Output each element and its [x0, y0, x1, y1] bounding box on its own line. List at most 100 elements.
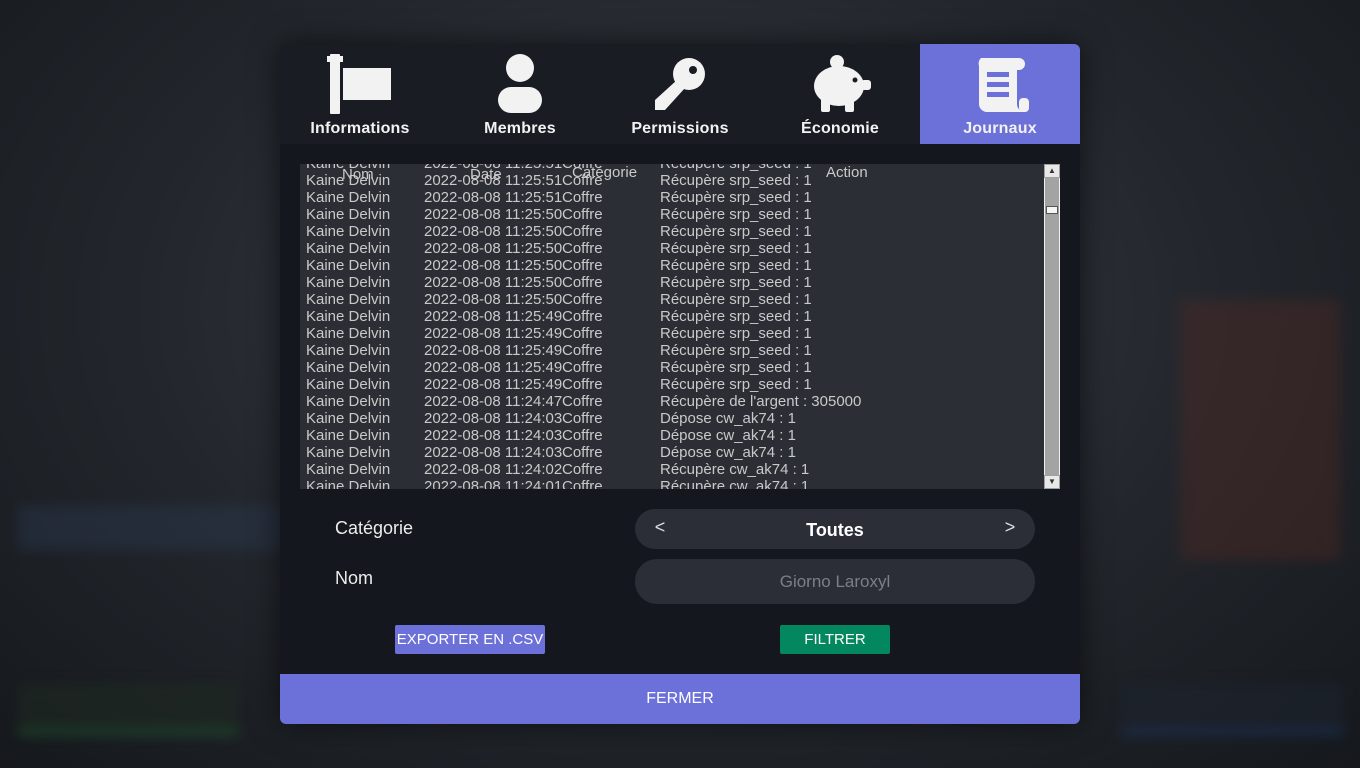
background-hud-left — [18, 684, 238, 734]
table-row: Kaine Delvin 2022-08-08 11:25:50 Coffre Réc… — [306, 223, 1046, 240]
tab-economie[interactable]: Économie — [760, 44, 920, 144]
scroll-icon — [978, 58, 1029, 112]
cell-category: Coffre — [562, 393, 603, 410]
cell-action: Récupère srp_seed : 1 — [660, 325, 812, 342]
background-door — [1180, 300, 1340, 560]
category-value: Toutes — [806, 520, 864, 540]
log-header: Nom Date Catégorie Action — [300, 164, 1040, 184]
category-selector: < Toutes > — [635, 509, 1035, 549]
cell-name: Kaine Delvin — [306, 257, 391, 274]
cell-name: Kaine Delvin — [306, 444, 391, 461]
log-table[interactable]: Kaine Delvin 2022-08-08 11:25:51 Coffre Réc… — [300, 164, 1060, 489]
tab-label: Informations — [310, 120, 410, 137]
cell-action: Récupère srp_seed : 1 — [660, 223, 812, 240]
cell-action: Dépose cw_ak74 : 1 — [660, 444, 796, 461]
cell-action: Récupère cw_ak74 : 1 — [660, 461, 810, 478]
cell-name: Kaine Delvin — [306, 393, 391, 410]
cell-action: Récupère srp_seed : 1 — [660, 308, 812, 325]
table-row: Kaine Delvin 2022-08-08 11:24:47 Coffre Réc… — [306, 393, 1046, 410]
export-csv-button[interactable]: EXPORTER EN .CSV — [395, 625, 545, 654]
table-row: Kaine Delvin 2022-08-08 11:25:50 Coffre Réc… — [306, 257, 1046, 274]
cell-category: Coffre — [562, 223, 603, 240]
cell-date: 2022-08-08 11:25:49 — [424, 325, 563, 342]
cell-name: Kaine Delvin — [306, 461, 391, 478]
filter-button[interactable]: FILTRER — [780, 625, 890, 654]
tab-label: Membres — [484, 120, 556, 137]
cell-category: Coffre — [562, 444, 603, 461]
cell-date: 2022-08-08 11:24:03 — [424, 444, 563, 461]
background-chat — [18, 506, 288, 550]
log-scrollbar[interactable]: ▲ ▼ — [1044, 164, 1060, 489]
cell-category: Coffre — [562, 206, 603, 223]
log-rows: Kaine Delvin 2022-08-08 11:25:51 Coffre Réc… — [306, 164, 1046, 489]
cell-action: Dépose cw_ak74 : 1 — [660, 410, 796, 427]
cell-category: Coffre — [562, 427, 603, 444]
table-row: Kaine Delvin 2022-08-08 11:25:49 Coffre Réc… — [306, 308, 1046, 325]
background-hud-right — [1122, 684, 1344, 734]
column-header-name: Nom — [342, 166, 374, 183]
cell-category: Coffre — [562, 325, 603, 342]
tab-permissions[interactable]: Permissions — [600, 44, 760, 144]
name-input[interactable] — [635, 559, 1035, 604]
table-row: Kaine Delvin 2022-08-08 11:25:49 Coffre Réc… — [306, 359, 1046, 376]
cell-category: Coffre — [562, 461, 603, 478]
cell-name: Kaine Delvin — [306, 223, 391, 240]
cell-date: 2022-08-08 11:25:50 — [424, 223, 563, 240]
cell-date: 2022-08-08 11:24:03 — [424, 410, 563, 427]
close-button[interactable]: FERMER — [280, 674, 1080, 724]
cell-name: Kaine Delvin — [306, 427, 391, 444]
cell-action: Récupère srp_seed : 1 — [660, 274, 812, 291]
tab-informations[interactable]: Informations — [280, 44, 440, 144]
cell-category: Coffre — [562, 410, 603, 427]
cell-date: 2022-08-08 11:24:02 — [424, 461, 563, 478]
cell-name: Kaine Delvin — [306, 308, 391, 325]
cell-action: Récupère srp_seed : 1 — [660, 342, 812, 359]
cell-category: Coffre — [562, 478, 603, 489]
column-header-action: Action — [826, 164, 868, 181]
tab-bar: Informations Membres Permissions Économi… — [280, 44, 1080, 144]
column-header-date: Date — [470, 166, 502, 183]
key-icon — [655, 58, 705, 110]
scroll-up-button[interactable]: ▲ — [1044, 164, 1060, 178]
cell-name: Kaine Delvin — [306, 376, 391, 393]
table-row: Kaine Delvin 2022-08-08 11:24:03 Coffre Dép… — [306, 444, 1046, 461]
cell-name: Kaine Delvin — [306, 359, 391, 376]
cell-name: Kaine Delvin — [306, 342, 391, 359]
table-row: Kaine Delvin 2022-08-08 11:25:50 Coffre Réc… — [306, 206, 1046, 223]
tab-label: Permissions — [631, 120, 729, 137]
cell-date: 2022-08-08 11:25:49 — [424, 376, 563, 393]
organization-modal: Informations Membres Permissions Économi… — [280, 44, 1080, 724]
table-row: Kaine Delvin 2022-08-08 11:25:49 Coffre Réc… — [306, 342, 1046, 359]
table-row: Kaine Delvin 2022-08-08 11:24:01 Coffre Réc… — [306, 478, 1046, 489]
category-next-button[interactable]: > — [995, 517, 1025, 538]
scroll-down-button[interactable]: ▼ — [1044, 475, 1060, 489]
tab-membres[interactable]: Membres — [440, 44, 600, 144]
cell-name: Kaine Delvin — [306, 291, 391, 308]
cell-category: Coffre — [562, 274, 603, 291]
cell-category: Coffre — [562, 291, 603, 308]
cell-date: 2022-08-08 11:24:01 — [424, 478, 563, 489]
table-row: Kaine Delvin 2022-08-08 11:24:03 Coffre Dép… — [306, 427, 1046, 444]
signpost-icon — [327, 54, 391, 114]
cell-category: Coffre — [562, 240, 603, 257]
cell-action: Récupère srp_seed : 1 — [660, 359, 812, 376]
piggy-bank-icon — [814, 55, 871, 112]
table-row: Kaine Delvin 2022-08-08 11:25:49 Coffre Réc… — [306, 325, 1046, 342]
cell-name: Kaine Delvin — [306, 206, 391, 223]
cell-date: 2022-08-08 11:25:50 — [424, 240, 563, 257]
table-row: Kaine Delvin 2022-08-08 11:25:50 Coffre Réc… — [306, 274, 1046, 291]
cell-action: Récupère srp_seed : 1 — [660, 291, 812, 308]
table-row: Kaine Delvin 2022-08-08 11:24:03 Coffre Dép… — [306, 410, 1046, 427]
table-row: Kaine Delvin 2022-08-08 11:25:49 Coffre Réc… — [306, 376, 1046, 393]
scroll-thumb[interactable] — [1046, 206, 1058, 214]
cell-name: Kaine Delvin — [306, 410, 391, 427]
cell-action: Récupère srp_seed : 1 — [660, 206, 812, 223]
cell-action: Récupère srp_seed : 1 — [660, 376, 812, 393]
cell-action: Récupère srp_seed : 1 — [660, 257, 812, 274]
scroll-track[interactable] — [1045, 178, 1059, 475]
name-label: Nom — [335, 568, 374, 588]
cell-date: 2022-08-08 11:25:49 — [424, 308, 563, 325]
cell-name: Kaine Delvin — [306, 274, 391, 291]
tab-journaux[interactable]: Journaux — [920, 44, 1080, 144]
cell-action: Dépose cw_ak74 : 1 — [660, 427, 796, 444]
